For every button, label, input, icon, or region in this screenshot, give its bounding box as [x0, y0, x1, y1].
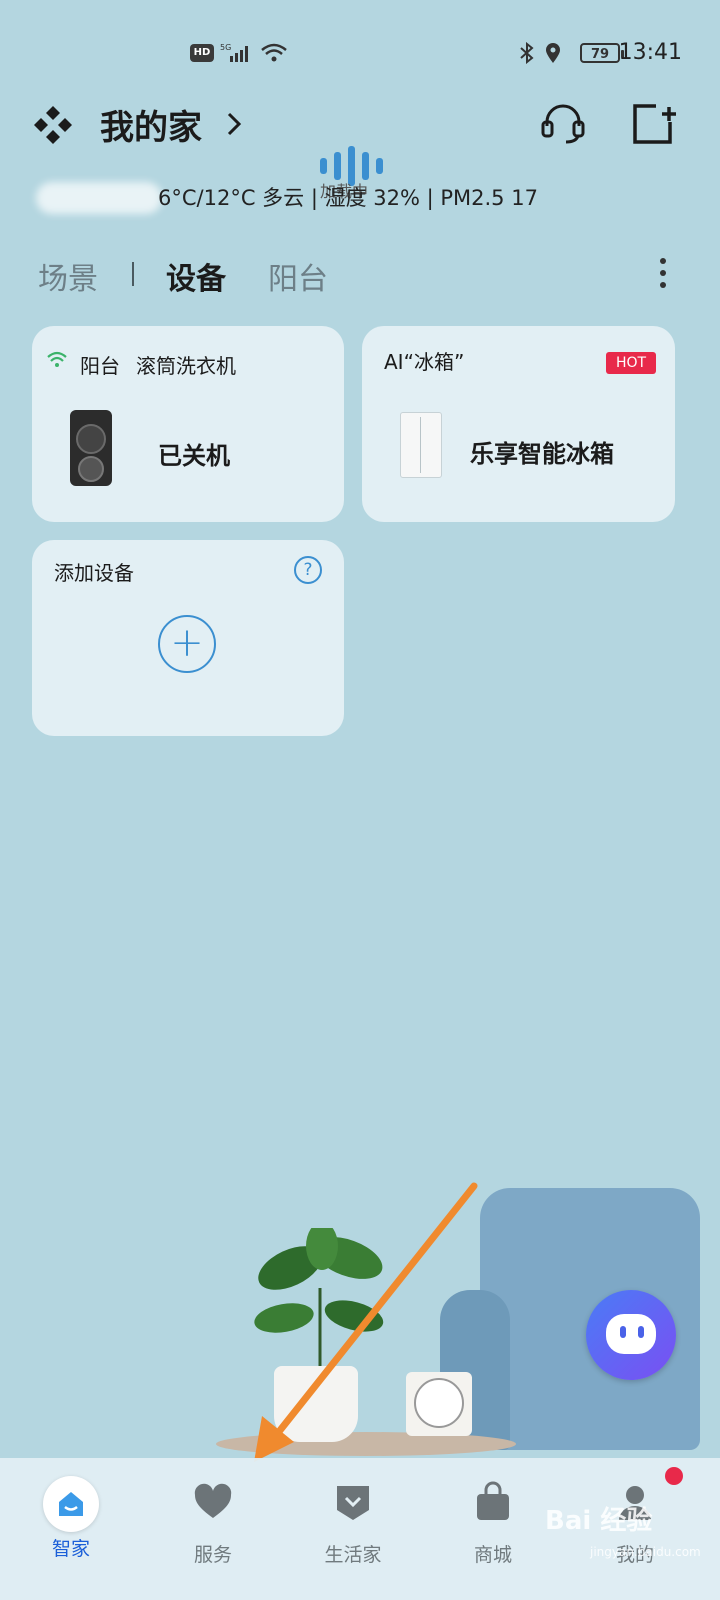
smart-home-icon: [43, 1476, 99, 1532]
hd-badge: HD: [190, 44, 214, 62]
heart-icon: [194, 1483, 232, 1518]
home-logo-icon[interactable]: [32, 104, 74, 146]
home-title[interactable]: 我的家: [100, 100, 202, 149]
tab-scenes[interactable]: 场景: [38, 254, 98, 298]
nav-label: 智家: [51, 1538, 90, 1560]
wifi-icon: [261, 43, 287, 62]
wifi-connected-icon: [47, 351, 67, 367]
add-device-label: 添加设备: [54, 561, 134, 585]
add-square-icon[interactable]: [630, 102, 676, 146]
weather-location-blurred: [36, 182, 162, 214]
nav-label: 生活家: [324, 1544, 382, 1566]
battery-indicator: 79: [580, 43, 624, 63]
help-icon[interactable]: ?: [294, 556, 322, 584]
fridge-image: [400, 412, 442, 478]
tab-balcony[interactable]: 阳台: [268, 254, 328, 298]
status-time: 13:41: [618, 40, 682, 65]
robot-eye-right: [638, 1326, 644, 1338]
shopping-bag-icon: [477, 1481, 509, 1520]
shield-icon: [337, 1486, 369, 1520]
nav-smart-home[interactable]: 智家: [16, 1472, 126, 1592]
robot-eye-left: [620, 1326, 626, 1338]
tab-devices[interactable]: 设备: [166, 254, 226, 298]
fridge-label: AI“冰箱”: [384, 350, 465, 374]
customer-service-icon[interactable]: [540, 102, 586, 146]
nav-service[interactable]: 服务: [158, 1472, 268, 1592]
nav-label: 商城: [473, 1544, 512, 1566]
notification-dot: [665, 1467, 683, 1485]
bluetooth-icon: [520, 42, 534, 64]
tab-divider: [132, 262, 134, 286]
add-device-button[interactable]: +: [158, 615, 216, 673]
annotation-arrow-icon: [254, 1182, 478, 1462]
baidu-watermark-url: jingyan.baidu.com: [590, 1545, 701, 1559]
nav-life[interactable]: 生活家: [298, 1472, 408, 1592]
nav-label: 服务: [193, 1544, 232, 1566]
network-type: 5G: [220, 43, 231, 52]
more-options-icon[interactable]: [660, 258, 668, 292]
hot-badge: HOT: [606, 352, 656, 374]
chevron-right-icon[interactable]: [224, 110, 244, 138]
location-icon: [546, 43, 560, 63]
washer-image: [70, 410, 112, 486]
weather-info[interactable]: 6°C/12°C 多云 | 湿度 32% | PM2.5 17: [158, 180, 538, 216]
robot-face-icon: [606, 1314, 656, 1354]
cellular-signal-icon: 5G: [220, 43, 248, 62]
fridge-name: 乐享智能冰箱: [470, 440, 614, 468]
washer-name: 滚筒洗衣机: [136, 354, 236, 378]
nav-mall[interactable]: 商城: [438, 1472, 548, 1592]
baidu-watermark: Bai 经验: [545, 1506, 653, 1536]
washer-status: 已关机: [158, 442, 230, 470]
washer-location: 阳台: [80, 354, 120, 378]
